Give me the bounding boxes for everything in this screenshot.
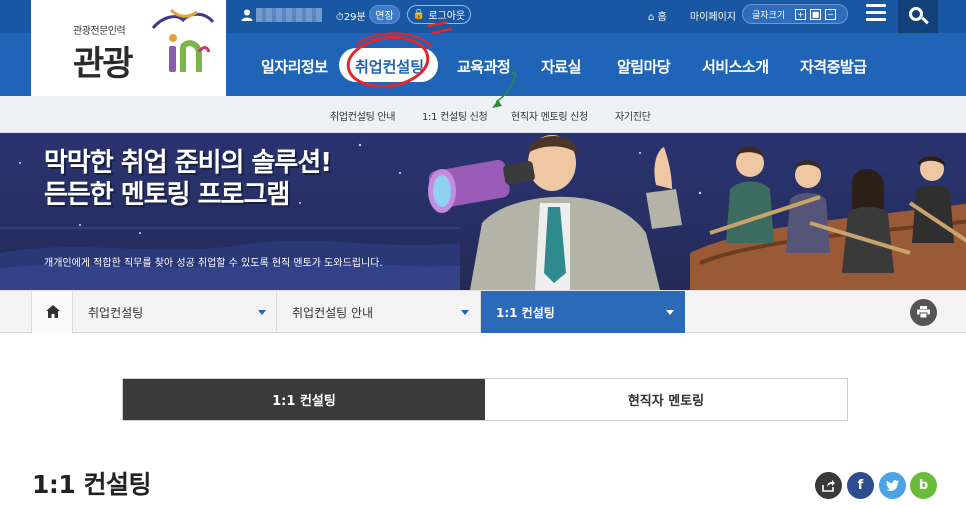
breadcrumb-level2-dropdown[interactable]: 취업컨설팅 안내: [277, 291, 481, 333]
facebook-share-button[interactable]: f: [847, 472, 874, 499]
logout-button[interactable]: 🔒 로그아웃: [407, 5, 471, 24]
banner-headline-line1: 막막한 취업 준비의 솔루션!: [44, 148, 332, 178]
session-extend-button[interactable]: 연장: [369, 5, 400, 24]
font-size-label: 글자크기: [752, 11, 786, 21]
logo-subtitle: 관광전문인력: [73, 26, 126, 37]
font-reset-button[interactable]: ■: [810, 9, 821, 20]
search-button[interactable]: [898, 0, 938, 33]
breadcrumb-level1-dropdown[interactable]: 취업컨설팅: [73, 291, 277, 333]
mentor-telescope-illustration: [428, 135, 682, 290]
share-icon: [822, 479, 835, 492]
user-name-blurred: [256, 8, 322, 22]
nav-item-about[interactable]: 서비스소개: [702, 56, 769, 77]
user-icon: [241, 9, 253, 21]
banner-description: 개개인에게 적합한 직무를 찾아 성공 취업할 수 있도록 현직 멘토가 도와드…: [44, 258, 383, 269]
search-icon-handle: [921, 16, 929, 25]
subnav-item-self-diagnosis[interactable]: 자기진단: [615, 108, 651, 123]
subnav-item-guide[interactable]: 취업컨설팅 안내: [330, 108, 395, 123]
subnav-item-mentoring-apply[interactable]: 현직자 멘토링 신청: [511, 108, 588, 123]
home-icon: ⌂: [648, 12, 655, 23]
home-icon: [46, 305, 60, 318]
breadcrumb-level3-dropdown[interactable]: 1:1 컨설팅: [481, 291, 685, 333]
breadcrumb-level3-label: 1:1 컨설팅: [496, 306, 555, 320]
chevron-down-icon: [258, 310, 266, 315]
tab-one-on-one-consulting[interactable]: 1:1 컨설팅: [123, 379, 485, 420]
content-tabs: 1:1 컨설팅 현직자 멘토링: [122, 378, 848, 421]
nav-item-resources[interactable]: 자료실: [541, 56, 581, 77]
header: ⏱29분 연장 🔒 로그아웃 ⌂ 홈 마이페이지 글자크기 + ■ − 관광전문인…: [0, 0, 966, 96]
mentees-boat-illustration: [690, 146, 966, 290]
home-link[interactable]: ⌂ 홈: [648, 8, 667, 23]
nav-item-jobs[interactable]: 일자리정보: [261, 56, 328, 77]
twitter-share-button[interactable]: [879, 472, 906, 499]
mypage-link[interactable]: 마이페이지: [690, 8, 736, 23]
chevron-down-icon: [666, 310, 674, 315]
twitter-icon: [886, 480, 899, 491]
font-decrease-button[interactable]: −: [825, 9, 836, 20]
breadcrumb-level2-label: 취업컨설팅 안내: [292, 306, 374, 320]
font-increase-button[interactable]: +: [795, 9, 806, 20]
banner-headline-line2: 든든한 멘토링 프로그램: [44, 180, 290, 210]
sub-navigation: 취업컨설팅 안내 1:1 컨설팅 신청 현직자 멘토링 신청 자기진단: [0, 96, 966, 133]
session-timer: ⏱29분: [336, 12, 366, 23]
page-root: ⏱29분 연장 🔒 로그아웃 ⌂ 홈 마이페이지 글자크기 + ■ − 관광전문인…: [0, 0, 966, 506]
nav-item-certificate[interactable]: 자격증발급: [800, 56, 867, 77]
print-button[interactable]: [910, 299, 937, 326]
nav-item-consulting[interactable]: 취업컨설팅: [339, 48, 438, 82]
nav-item-education[interactable]: 교육과정: [457, 56, 511, 77]
banner-headline: 막막한 취업 준비의 솔루션! 든든한 멘토링 프로그램: [44, 147, 332, 211]
blog-icon: b: [918, 478, 929, 493]
page-title: 1:1 컨설팅: [32, 470, 152, 499]
blog-share-button[interactable]: b: [910, 472, 937, 499]
share-button[interactable]: [815, 472, 842, 499]
breadcrumb-level1-label: 취업컨설팅: [88, 306, 144, 320]
tab-mentoring[interactable]: 현직자 멘토링: [485, 379, 847, 420]
font-size-control: 글자크기 + ■ −: [742, 4, 848, 24]
nav-item-notice[interactable]: 알림마당: [617, 56, 671, 77]
subnav-item-consulting-apply[interactable]: 1:1 컨설팅 신청: [422, 108, 488, 123]
timer-icon: ⏱: [336, 12, 344, 23]
lock-icon: 🔒: [412, 9, 426, 20]
breadcrumb: 취업컨설팅 취업컨설팅 안내 1:1 컨설팅: [0, 290, 966, 333]
nav-item-consulting-label: 취업컨설팅: [355, 58, 425, 76]
main-navigation: 일자리정보 취업컨설팅 교육과정 자료실 알림마당 서비스소개 자격증발급: [0, 44, 966, 88]
facebook-icon: f: [857, 478, 864, 493]
hero-banner: 막막한 취업 준비의 솔루션! 든든한 멘토링 프로그램 개개인에게 적합한 직…: [0, 133, 966, 290]
printer-icon: [917, 306, 930, 318]
hamburger-menu-icon[interactable]: [866, 4, 886, 21]
breadcrumb-home-button[interactable]: [31, 291, 73, 333]
chevron-down-icon: [461, 310, 469, 315]
